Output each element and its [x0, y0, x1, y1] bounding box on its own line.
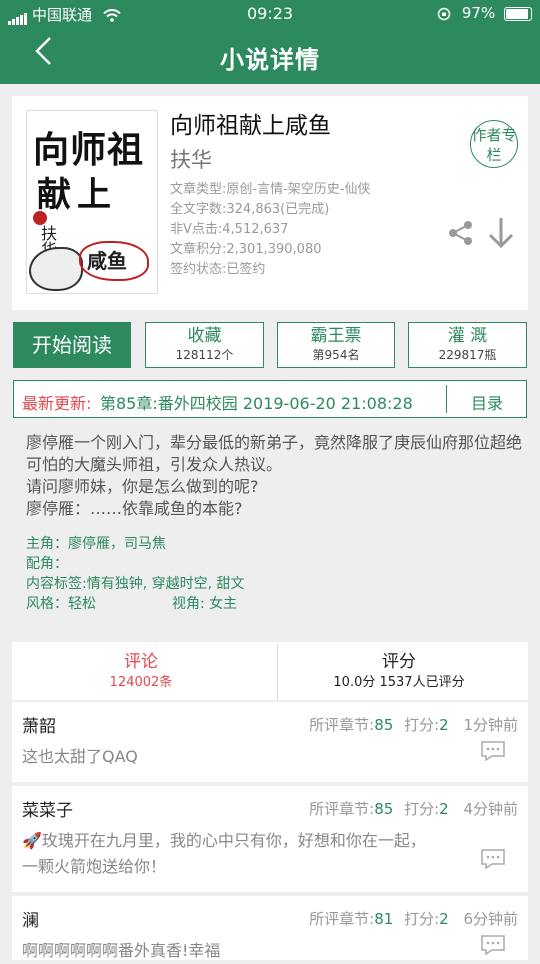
chapter-number: 81 — [374, 910, 394, 928]
comment-user[interactable]: 菜菜子 — [22, 796, 73, 821]
comment-text: 啊啊啊啊啊啊番外真香!幸福 — [22, 941, 221, 960]
battery-icon — [504, 6, 532, 21]
description-paragraph: 请问廖师妹，你是怎么做到的呢? — [26, 477, 259, 496]
comment-text: 🚀玫瑰开在九月里，我的心中只有你，好想和你在一起，一颗火箭炮送给你！ — [22, 831, 426, 876]
nutrient-count: 229817瓶 — [438, 348, 497, 362]
latest-update-label: 最新更新: — [22, 394, 92, 413]
book-meta: 文章类型:原创-言情-架空历史-仙侠 全文字数:324,863(已完成) 非V点… — [170, 180, 370, 280]
score-label: 打分: — [404, 910, 440, 928]
tab-comments-count: 124002条 — [109, 675, 173, 690]
chapter-number: 85 — [374, 800, 394, 818]
meta-clicks: 非V点击:4,512,637 — [170, 222, 289, 237]
tab-rating[interactable]: 评分 10.0分 1537人已评分 — [270, 642, 528, 700]
comment-meta: 所评章节:85 打分:2 1分钟前 — [309, 714, 518, 735]
reply-bubble-icon — [481, 935, 505, 956]
cover-illustration — [29, 247, 83, 291]
status-bar: 中国联通 09:23 97% — [0, 0, 540, 28]
reply-button[interactable] — [480, 848, 506, 870]
comment-item[interactable]: 澜 所评章节:81 打分:2 6分钟前 啊啊啊啊啊啊番外真香!幸福 — [12, 896, 528, 960]
comment-time: 6分钟前 — [463, 910, 518, 928]
reply-bubble-icon — [481, 849, 505, 870]
favorite-button[interactable]: 收藏 128112个 — [145, 322, 264, 368]
author-column-button[interactable]: 作者专栏 — [470, 120, 518, 168]
chapter-label: 所评章节: — [309, 910, 375, 928]
score-value: 2 — [439, 910, 449, 928]
download-button[interactable] — [486, 216, 516, 250]
comment-user[interactable]: 萧韶 — [22, 712, 56, 737]
tag-supporting: 配角： — [26, 556, 68, 572]
comment-time: 1分钟前 — [463, 716, 518, 734]
cover-title-line1: 向师祖 — [33, 129, 145, 171]
nutrient-button[interactable]: 灌 溉 229817瓶 — [408, 322, 527, 368]
comment-meta: 所评章节:81 打分:2 6分钟前 — [309, 908, 518, 929]
comment-meta: 所评章节:85 打分:2 4分钟前 — [309, 798, 518, 819]
chapter-number: 85 — [374, 716, 394, 734]
tag-style-row: 风格：轻松 视角: 女主 — [26, 594, 245, 614]
meta-score: 文章积分:2,301,390,080 — [170, 242, 322, 257]
latest-update-bar: 最新更新: 第85章:番外四校园 2019-06-20 21:08:28 目录 — [13, 380, 527, 418]
comment-text: 这也太甜了QAQ — [22, 747, 138, 766]
page-title: 小说详情 — [220, 46, 320, 74]
chapter-label: 所评章节: — [309, 800, 375, 818]
description-paragraph: 廖停雁：……依靠咸鱼的本能? — [26, 499, 243, 518]
nutrient-label: 灌 溉 — [447, 326, 488, 346]
orientation-lock-icon — [437, 4, 456, 22]
tab-comments[interactable]: 评论 124002条 — [12, 642, 270, 700]
latest-chapter-link[interactable]: 第85章:番外四校园 2019-06-20 21:08:28 — [100, 390, 413, 414]
comment-item[interactable]: 萧韶 所评章节:85 打分:2 1分钟前 这也太甜了QAQ — [12, 702, 528, 782]
comment-rating-tabs: 评论 124002条 评分 10.0分 1537人已评分 — [12, 642, 528, 700]
score-value: 2 — [439, 800, 449, 818]
book-description: 廖停雁一个刚入门，辈分最低的新弟子，竟然降服了庚辰仙府那位超绝可怕的大魔头师祖，… — [26, 432, 522, 520]
score-label: 打分: — [404, 800, 440, 818]
cover-fish-label: 咸鱼 — [87, 249, 127, 273]
bawang-ticket-button[interactable]: 霸王票 第954名 — [277, 322, 395, 368]
book-info-card: 向师祖 献上 扶华 咸鱼 向师祖献上咸鱼 扶华 文章类型:原创-言情-架空历史-… — [12, 96, 528, 310]
favorite-label: 收藏 — [187, 326, 222, 346]
score-label: 打分: — [404, 716, 440, 734]
tab-rating-label: 评分 — [382, 652, 416, 672]
bawang-label: 霸王票 — [310, 326, 362, 346]
book-title: 向师祖献上咸鱼 — [170, 113, 331, 139]
comment-item[interactable]: 菜菜子 所评章节:85 打分:2 4分钟前 🚀玫瑰开在九月里，我的心中只有你，好… — [12, 786, 528, 892]
share-button[interactable] — [448, 220, 474, 246]
description-paragraph: 廖停雁一个刚入门，辈分最低的新弟子，竟然降服了庚辰仙府那位超绝可怕的大魔头师祖，… — [26, 433, 523, 474]
chapter-label: 所评章节: — [309, 716, 375, 734]
tag-protagonist: 主角：廖停雁，司马焦 — [26, 536, 166, 552]
meta-type: 文章类型:原创-言情-架空历史-仙侠 — [170, 182, 371, 197]
book-cover[interactable]: 向师祖 献上 扶华 咸鱼 — [26, 110, 158, 294]
comment-time: 4分钟前 — [463, 800, 518, 818]
cover-seal — [33, 211, 47, 225]
top-bar: 中国联通 09:23 97% 小说详情 — [0, 0, 540, 84]
cover-title-line2: 献上 — [37, 175, 117, 215]
score-value: 2 — [439, 716, 449, 734]
reply-button[interactable] — [480, 934, 506, 956]
tag-viewpoint: 视角: 女主 — [172, 596, 238, 612]
reply-button[interactable] — [480, 740, 506, 762]
start-reading-button[interactable]: 开始阅读 — [13, 322, 131, 368]
meta-word-count: 全文字数:324,863(已完成) — [170, 202, 330, 217]
reply-bubble-icon — [481, 741, 505, 762]
battery-percent: 97% — [461, 4, 496, 22]
status-right: 97% — [437, 4, 532, 22]
book-author[interactable]: 扶华 — [170, 144, 212, 174]
table-of-contents-button[interactable]: 目录 — [446, 390, 528, 414]
favorite-count: 128112个 — [175, 348, 234, 362]
tag-style: 风格：轻松 — [26, 596, 96, 612]
meta-contract: 签约状态:已签约 — [170, 262, 266, 277]
tag-content: 内容标签:情有独钟, 穿越时空, 甜文 — [26, 576, 245, 592]
comment-user[interactable]: 澜 — [22, 906, 39, 931]
bawang-rank: 第954名 — [312, 348, 360, 362]
tab-rating-summary: 10.0分 1537人已评分 — [333, 675, 465, 690]
nav-bar: 小说详情 — [0, 28, 540, 84]
tab-comments-label: 评论 — [124, 652, 158, 672]
download-icon — [488, 218, 514, 249]
share-icon — [449, 221, 472, 245]
book-tags: 主角：廖停雁，司马焦 配角： 内容标签:情有独钟, 穿越时空, 甜文 风格：轻松… — [26, 534, 245, 614]
